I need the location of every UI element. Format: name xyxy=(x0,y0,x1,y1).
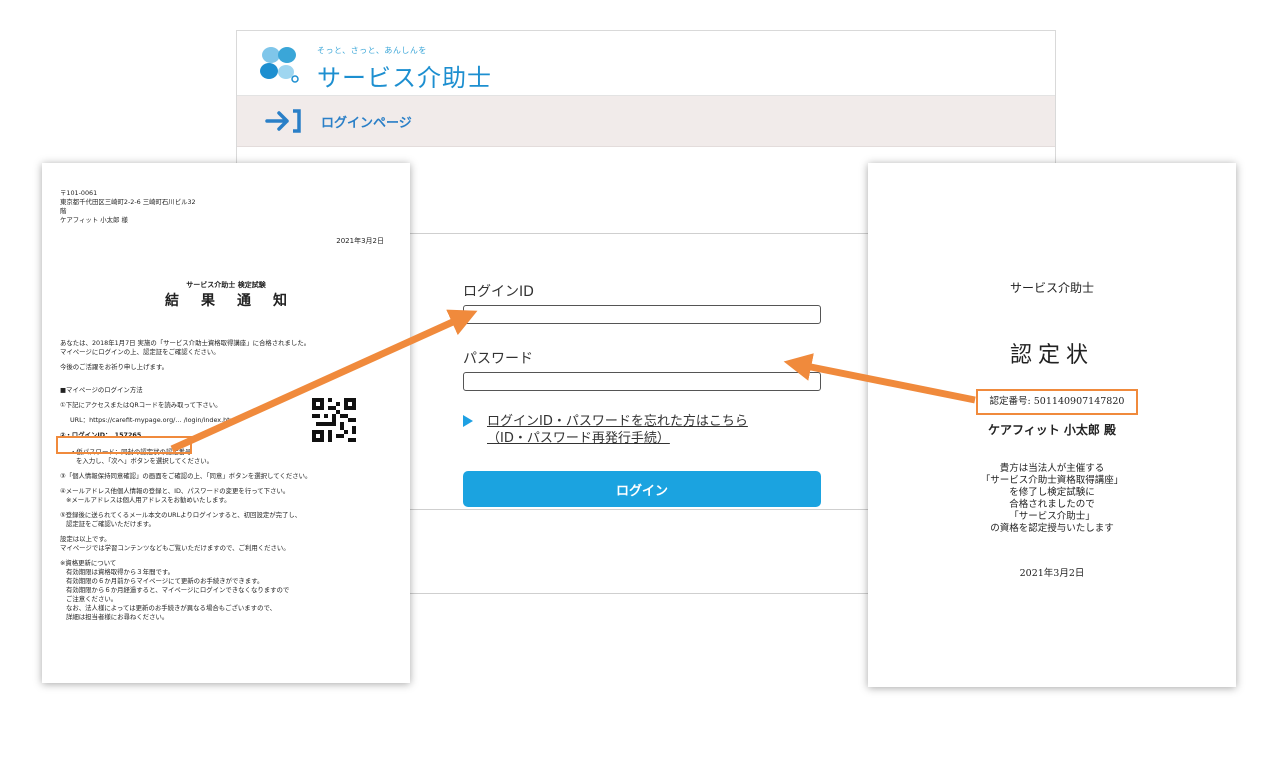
renew-text: 詳細は担当者様にお尋ねください。 xyxy=(66,613,169,621)
login-button[interactable]: ログイン xyxy=(463,471,821,507)
certificate-line: を修了し検定試験に xyxy=(1009,487,1095,498)
password-label: パスワード xyxy=(463,351,533,367)
login-form: ログインID パスワード ログインID・パスワードを忘れた方はこちら （ID・パ… xyxy=(463,281,821,507)
play-arrow-icon xyxy=(463,415,473,427)
notice-date: 2021年3月2日 xyxy=(336,237,384,245)
certificate-title: 認定状 xyxy=(1009,343,1094,368)
renew-text: 有効期限は資格取得から３年間です。 xyxy=(66,568,174,576)
notice-subtitle: サービス介助士 検定試験 xyxy=(186,281,266,289)
address-line: 東京都千代田区三崎町2-2-6 三崎町石川ビル32 xyxy=(60,198,196,206)
logo-tagline: そっと、さっと、あんしんを xyxy=(317,46,427,55)
notice-text: 設定は以上です。 xyxy=(60,535,111,543)
login-id-highlight xyxy=(56,436,192,454)
notice-text: ※メールアドレスは個人用アドレスをお勧めいたします。 xyxy=(66,496,231,504)
certificate-org: サービス介助士 xyxy=(1009,281,1094,295)
certificate-date: 2021年3月2日 xyxy=(1019,568,1085,579)
password-input[interactable] xyxy=(463,372,821,391)
forgot-link-line1[interactable]: ログインID・パスワードを忘れた方はこちら xyxy=(487,413,821,430)
forgot-credentials-link[interactable]: ログインID・パスワードを忘れた方はこちら （ID・パスワード再発行手続） xyxy=(463,413,821,447)
page-title-bar: ログインページ xyxy=(237,96,1055,147)
certificate-line: 「サービス介助士」 xyxy=(1009,511,1095,522)
login-id-input[interactable] xyxy=(463,305,821,324)
certificate-body: 貴方は当法人が主催する 「サービス介助士資格取得講座」 を修了し検定試験に 合格… xyxy=(868,463,1236,535)
notice-text: 認定証をご確認いただけます。 xyxy=(66,520,155,528)
login-id-label: ログインID xyxy=(463,284,534,300)
clover-logo-icon[interactable] xyxy=(255,43,303,87)
renew-text: 有効期限の６か月前からマイページにて更新のお手続きができます。 xyxy=(66,577,264,585)
login-arrow-icon xyxy=(265,109,301,133)
step-5: ⑤登録後に送られてくるメール本文のURLよりログインすると、初回設定が完了し、 xyxy=(60,511,302,519)
certificate-line: 「サービス介助士資格取得講座」 xyxy=(980,475,1124,486)
certificate-document: サービス介助士 認定状 認定番号: 501140907147820 ケアフィット… xyxy=(868,163,1236,687)
renew-text: 有効期限から６か月経過すると、マイページにログインできなくなりますので xyxy=(66,586,290,594)
site-header: そっと、さっと、あんしんを サービス介助士 xyxy=(237,31,1055,96)
step-4: ④メールアドレス他個人情報の登録と、ID、パスワードの変更を行って下さい。 xyxy=(60,487,290,495)
recipient-address: 〒101-0061 東京都千代田区三崎町2-2-6 三崎町石川ビル32 階 ケア… xyxy=(60,189,196,225)
site-name: サービス介助士 xyxy=(317,64,492,92)
certificate-recipient: ケアフィット 小太郎 殿 xyxy=(987,423,1117,437)
notice-text: 今後のご活躍をお祈り申し上げます。 xyxy=(60,363,168,371)
certificate-line: 合格されましたので xyxy=(1009,499,1095,510)
certificate-line: 貴方は当法人が主催する xyxy=(999,463,1105,474)
step-3: ③「個人情報保持同意確認」の画面をご確認の上、「同意」ボタンを選択してください。 xyxy=(60,472,312,480)
address-line: 〒101-0061 xyxy=(60,189,98,197)
renew-text: ※資格更新について xyxy=(60,559,117,567)
qr-code-icon xyxy=(312,398,356,442)
notice-text: マイページにログインの上、認定証をご確認ください。 xyxy=(60,348,220,356)
certificate-line: の資格を認定授与いたします xyxy=(990,523,1114,534)
notice-title: 結果通知 xyxy=(165,293,309,309)
notice-text: マイページでは学習コンテンツなどもご覧いただけますので、ご利用ください。 xyxy=(60,544,290,552)
address-line: 階 xyxy=(60,207,67,215)
notice-text: あなたは、2018年1月7日 実施の「サービス介助士資格取得講座」に合格されまし… xyxy=(60,339,311,347)
page-title: ログインページ xyxy=(321,116,412,131)
certificate-number: 認定番号: 501140907147820 xyxy=(976,389,1138,415)
notice-body: あなたは、2018年1月7日 実施の「サービス介助士資格取得講座」に合格されまし… xyxy=(60,339,390,628)
renew-text: ご注意ください。 xyxy=(66,595,118,603)
notice-text: を入力し、「次へ」ボタンを選択してください。 xyxy=(76,457,214,465)
forgot-link-line2[interactable]: （ID・パスワード再発行手続） xyxy=(487,430,821,447)
result-notice-document: 〒101-0061 東京都千代田区三崎町2-2-6 三崎町石川ビル32 階 ケア… xyxy=(42,163,410,683)
renew-text: なお、法人様によっては更新のお手続きが異なる場合もございますので、 xyxy=(66,604,276,612)
howto-heading: ■マイページのログイン方法 xyxy=(60,386,143,394)
address-line: ケアフィット 小太郎 様 xyxy=(60,216,128,224)
